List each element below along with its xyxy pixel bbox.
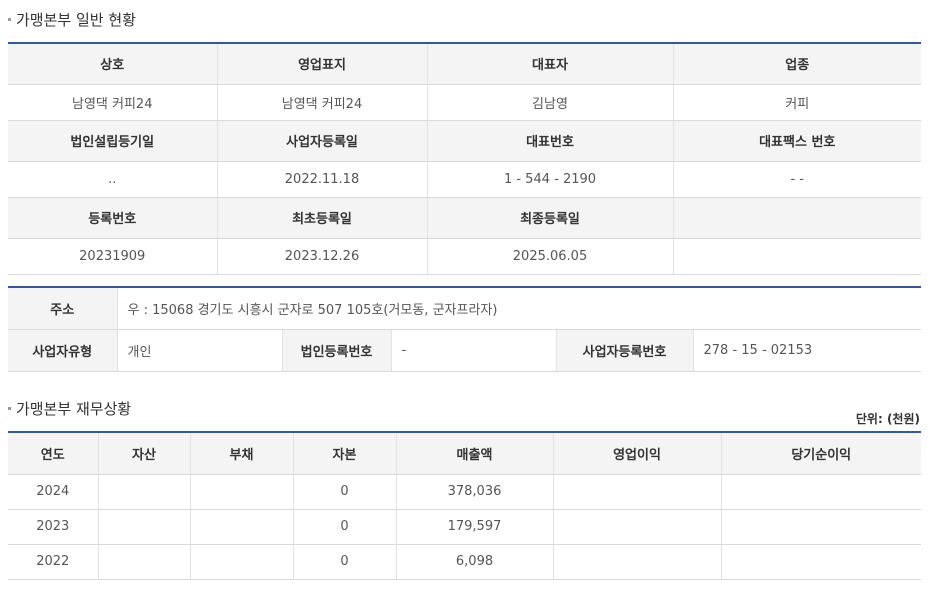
- header-net-income: 당기순이익: [720, 432, 921, 475]
- header-cell: 대표자: [426, 43, 673, 85]
- header-cell: 최초등록일: [216, 197, 427, 239]
- header-cell: 영업표지: [216, 43, 427, 85]
- liabilities-cell: [189, 509, 293, 545]
- year-cell: 2023: [8, 509, 98, 545]
- business-reg-date-cell: 2022.11.18: [216, 161, 427, 198]
- revenue-cell: 378,036: [395, 474, 553, 510]
- table-row: 주소 우 : 15068 경기도 시흥시 군자로 507 105호(거모동, 군…: [8, 287, 922, 330]
- general-info-table: 상호 영업표지 대표자 업종 남영댁 커피24 남영댁 커피24 김남영 커피 …: [8, 42, 921, 275]
- industry-cell: 커피: [672, 84, 921, 121]
- finance-table: 연도 자산 부채 자본 매출액 영업이익 당기순이익 2024 0 378,03…: [8, 431, 921, 580]
- header-liabilities: 부채: [189, 432, 293, 475]
- table-header-row: 상호 영업표지 대표자 업종: [8, 43, 921, 85]
- header-cell: 법인설립등기일: [8, 120, 217, 162]
- incorporation-date-cell: ..: [8, 161, 217, 198]
- net-income-cell: [720, 544, 921, 580]
- year-cell: 2024: [8, 474, 98, 510]
- brand-name-cell: 남영댁 커피24: [216, 84, 427, 121]
- table-row: 2023 0 179,597: [8, 509, 921, 545]
- assets-cell: [97, 474, 190, 510]
- equity-cell: 0: [292, 544, 396, 580]
- header-assets: 자산: [97, 432, 190, 475]
- header-cell: 대표번호: [426, 120, 673, 162]
- header-year: 연도: [8, 432, 98, 475]
- header-cell: 최종등록일: [426, 197, 673, 239]
- table-row: 20231909 2023.12.26 2025.06.05: [8, 238, 921, 275]
- liabilities-cell: [189, 544, 293, 580]
- header-cell: 상호: [8, 43, 217, 85]
- address-table: 주소 우 : 15068 경기도 시흥시 군자로 507 105호(거모동, 군…: [8, 286, 922, 372]
- table-row: 사업자유형 개인 법인등록번호 - 사업자등록번호 278 - 15 - 021…: [8, 329, 922, 372]
- net-income-cell: [720, 474, 921, 510]
- general-section-title: 가맹본부 일반 현황: [8, 9, 136, 30]
- bullet-icon: [8, 18, 11, 21]
- business-reg-label: 사업자등록번호: [555, 329, 693, 372]
- operating-income-cell: [552, 544, 721, 580]
- first-registration-date-cell: 2023.12.26: [216, 238, 427, 275]
- assets-cell: [97, 544, 190, 580]
- assets-cell: [97, 509, 190, 545]
- unit-label: 단위: (천원): [855, 412, 920, 426]
- finance-title-text: 가맹본부 재무상황: [16, 400, 132, 418]
- header-revenue: 매출액: [395, 432, 553, 475]
- table-row: 남영댁 커피24 남영댁 커피24 김남영 커피: [8, 84, 921, 121]
- corporate-reg-label: 법인등록번호: [281, 329, 391, 372]
- empty-cell: [672, 238, 921, 275]
- table-header-row: 법인설립등기일 사업자등록일 대표번호 대표팩스 번호: [8, 120, 921, 162]
- corporate-reg-value: -: [390, 329, 556, 372]
- equity-cell: 0: [292, 509, 396, 545]
- address-value: 우 : 15068 경기도 시흥시 군자로 507 105호(거모동, 군자프라…: [116, 287, 922, 330]
- registration-number-cell: 20231909: [8, 238, 217, 275]
- phone-cell: 1 - 544 - 2190: [426, 161, 673, 198]
- net-income-cell: [720, 509, 921, 545]
- fax-cell: - -: [672, 161, 921, 198]
- header-operating-income: 영업이익: [552, 432, 721, 475]
- revenue-cell: 6,098: [395, 544, 553, 580]
- header-equity: 자본: [292, 432, 396, 475]
- operating-income-cell: [552, 474, 721, 510]
- table-row: .. 2022.11.18 1 - 544 - 2190 - -: [8, 161, 921, 198]
- company-name-cell: 남영댁 커피24: [8, 84, 217, 121]
- header-cell: [672, 197, 921, 239]
- header-cell: 대표팩스 번호: [672, 120, 921, 162]
- bullet-icon: [8, 407, 11, 410]
- table-row: 2022 0 6,098: [8, 544, 921, 580]
- table-row: 2024 0 378,036: [8, 474, 921, 510]
- header-cell: 사업자등록일: [216, 120, 427, 162]
- liabilities-cell: [189, 474, 293, 510]
- general-title-text: 가맹본부 일반 현황: [16, 11, 136, 29]
- header-cell: 등록번호: [8, 197, 217, 239]
- revenue-cell: 179,597: [395, 509, 553, 545]
- year-cell: 2022: [8, 544, 98, 580]
- equity-cell: 0: [292, 474, 396, 510]
- last-registration-date-cell: 2025.06.05: [426, 238, 673, 275]
- business-reg-value: 278 - 15 - 02153: [692, 329, 922, 372]
- operating-income-cell: [552, 509, 721, 545]
- finance-section-title: 가맹본부 재무상황: [8, 398, 131, 419]
- header-cell: 업종: [672, 43, 921, 85]
- representative-cell: 김남영: [426, 84, 673, 121]
- table-header-row: 등록번호 최초등록일 최종등록일: [8, 197, 921, 239]
- business-type-label: 사업자유형: [8, 329, 117, 372]
- business-type-value: 개인: [116, 329, 282, 372]
- table-header-row: 연도 자산 부채 자본 매출액 영업이익 당기순이익: [8, 432, 921, 475]
- address-label: 주소: [8, 287, 117, 330]
